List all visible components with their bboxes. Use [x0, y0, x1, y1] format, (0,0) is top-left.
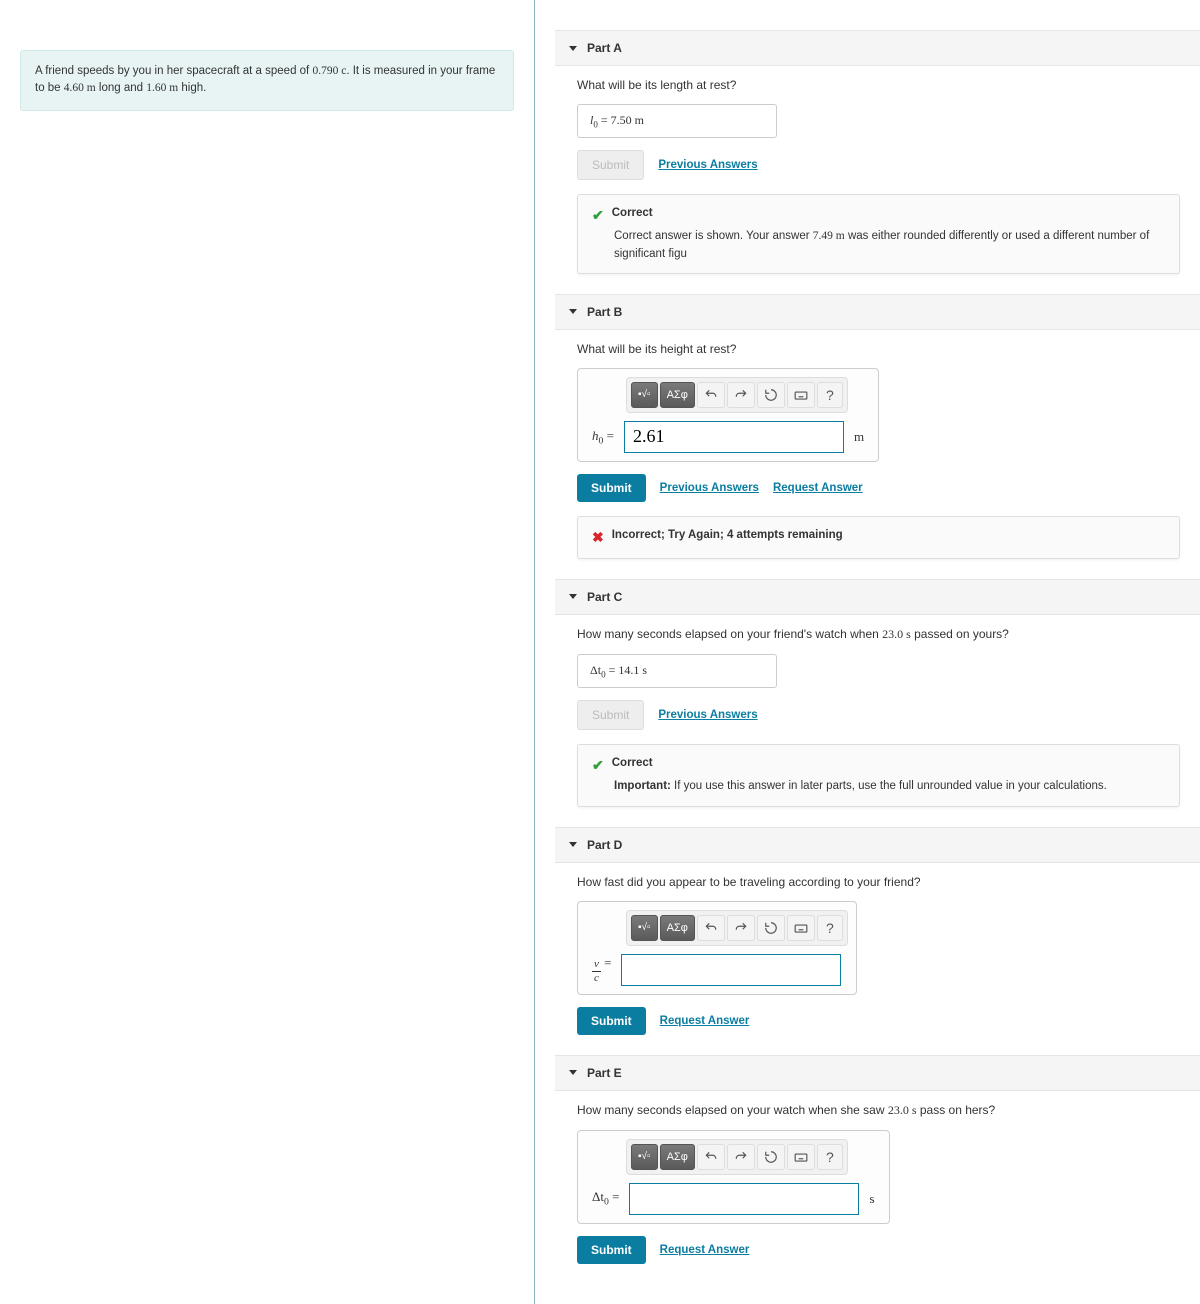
part-e-question: How many seconds elapsed on your watch w… — [577, 1103, 1180, 1118]
check-icon: ✔ — [592, 755, 604, 776]
problem-text-mid2: long and — [96, 82, 147, 94]
unit-s: s — [869, 1191, 874, 1207]
part-e-input-panel: ▪√▫ ΑΣφ ? Δt0 = s — [577, 1130, 890, 1224]
answer-toolbar: ▪√▫ ΑΣφ ? — [626, 377, 848, 413]
part-a-header[interactable]: Part A — [555, 30, 1200, 66]
part-b-feedback: ✖ Incorrect; Try Again; 4 attempts remai… — [577, 516, 1180, 559]
check-icon: ✔ — [592, 205, 604, 226]
keyboard-button[interactable] — [787, 1144, 815, 1170]
part-b-body: What will be its height at rest? ▪√▫ ΑΣφ… — [535, 330, 1200, 579]
reset-button[interactable] — [757, 382, 785, 408]
fb-correct-title: Correct — [612, 205, 653, 222]
part-d-question: How fast did you appear to be traveling … — [577, 875, 1180, 889]
request-answer-link[interactable]: Request Answer — [773, 482, 863, 494]
part-c-body: How many seconds elapsed on your friend'… — [535, 615, 1200, 827]
part-a-feedback: ✔ Correct Correct answer is shown. Your … — [577, 194, 1180, 274]
greek-button[interactable]: ΑΣφ — [660, 382, 695, 408]
part-c-feedback: ✔ Correct Important: If you use this ans… — [577, 744, 1180, 806]
previous-answers-link[interactable]: Previous Answers — [658, 159, 757, 171]
part-b-answer-input[interactable] — [624, 421, 844, 453]
fb-incorrect-title: Incorrect; Try Again; 4 attempts remaini… — [612, 527, 843, 544]
fb-correct-body: Correct answer is shown. Your answer 7.4… — [614, 228, 1165, 263]
fb-important-body: Important: If you use this answer in lat… — [614, 778, 1165, 795]
part-c-header[interactable]: Part C — [555, 579, 1200, 615]
templates-button[interactable]: ▪√▫ — [631, 382, 658, 408]
templates-button[interactable]: ▪√▫ — [631, 915, 658, 941]
part-b-header[interactable]: Part B — [555, 294, 1200, 330]
help-button[interactable]: ? — [817, 915, 843, 941]
keyboard-button[interactable] — [787, 915, 815, 941]
request-answer-link[interactable]: Request Answer — [660, 1015, 750, 1027]
parts-pane: Part A What will be its length at rest? … — [535, 0, 1200, 1304]
part-d-input-panel: ▪√▫ ΑΣφ ? vc = — [577, 901, 857, 995]
part-e-title: Part E — [587, 1066, 622, 1080]
templates-button[interactable]: ▪√▫ — [631, 1144, 658, 1170]
submit-button[interactable]: Submit — [577, 474, 646, 502]
part-b-input-panel: ▪√▫ ΑΣφ ? h0 = m — [577, 368, 879, 462]
request-answer-link[interactable]: Request Answer — [660, 1244, 750, 1256]
redo-button[interactable] — [727, 382, 755, 408]
problem-speed: 0.790 c — [312, 65, 346, 77]
answer-toolbar: ▪√▫ ΑΣφ ? — [626, 910, 848, 946]
reset-button[interactable] — [757, 915, 785, 941]
var-v-over-c: vc = — [592, 955, 611, 984]
var-h0: h0 = — [592, 428, 614, 447]
part-a-answer: l0 = 7.50 m — [577, 104, 777, 138]
previous-answers-link[interactable]: Previous Answers — [660, 482, 759, 494]
undo-button[interactable] — [697, 1144, 725, 1170]
problem-length: 4.60 m — [64, 82, 96, 94]
submit-button: Submit — [577, 150, 644, 180]
part-d-header[interactable]: Part D — [555, 827, 1200, 863]
submit-button[interactable]: Submit — [577, 1007, 646, 1035]
caret-down-icon — [569, 46, 577, 51]
redo-button[interactable] — [727, 1144, 755, 1170]
x-icon: ✖ — [592, 527, 604, 548]
caret-down-icon — [569, 594, 577, 599]
redo-button[interactable] — [727, 915, 755, 941]
part-c-question: How many seconds elapsed on your friend'… — [577, 627, 1180, 642]
part-e-answer-input[interactable] — [629, 1183, 859, 1215]
submit-button: Submit — [577, 700, 644, 730]
problem-statement: A friend speeds by you in her spacecraft… — [20, 50, 514, 111]
part-e-header[interactable]: Part E — [555, 1055, 1200, 1091]
reset-button[interactable] — [757, 1144, 785, 1170]
answer-toolbar: ▪√▫ ΑΣφ ? — [626, 1139, 848, 1175]
caret-down-icon — [569, 842, 577, 847]
greek-button[interactable]: ΑΣφ — [660, 1144, 695, 1170]
part-e-body: How many seconds elapsed on your watch w… — [535, 1091, 1200, 1284]
part-c-title: Part C — [587, 590, 622, 604]
part-d-answer-input[interactable] — [621, 954, 841, 986]
undo-button[interactable] — [697, 382, 725, 408]
greek-button[interactable]: ΑΣφ — [660, 915, 695, 941]
problem-height: 1.60 m — [146, 82, 178, 94]
part-d-title: Part D — [587, 838, 622, 852]
part-c-answer: Δt0 = 14.1 s — [577, 654, 777, 688]
var-dt0: Δt0 = — [592, 1189, 619, 1208]
help-button[interactable]: ? — [817, 382, 843, 408]
part-b-question: What will be its height at rest? — [577, 342, 1180, 356]
keyboard-button[interactable] — [787, 382, 815, 408]
previous-answers-link[interactable]: Previous Answers — [658, 709, 757, 721]
problem-text: A friend speeds by you in her spacecraft… — [35, 65, 312, 77]
caret-down-icon — [569, 309, 577, 314]
part-b-title: Part B — [587, 305, 622, 319]
undo-button[interactable] — [697, 915, 725, 941]
caret-down-icon — [569, 1070, 577, 1075]
problem-pane: A friend speeds by you in her spacecraft… — [0, 0, 535, 1304]
submit-button[interactable]: Submit — [577, 1236, 646, 1264]
fb-correct-title: Correct — [612, 755, 653, 772]
part-a-question: What will be its length at rest? — [577, 78, 1180, 92]
problem-text-after: high. — [178, 82, 206, 94]
part-a-body: What will be its length at rest? l0 = 7.… — [535, 66, 1200, 294]
unit-m: m — [854, 429, 864, 445]
part-a-title: Part A — [587, 41, 622, 55]
help-button[interactable]: ? — [817, 1144, 843, 1170]
part-d-body: How fast did you appear to be traveling … — [535, 863, 1200, 1055]
